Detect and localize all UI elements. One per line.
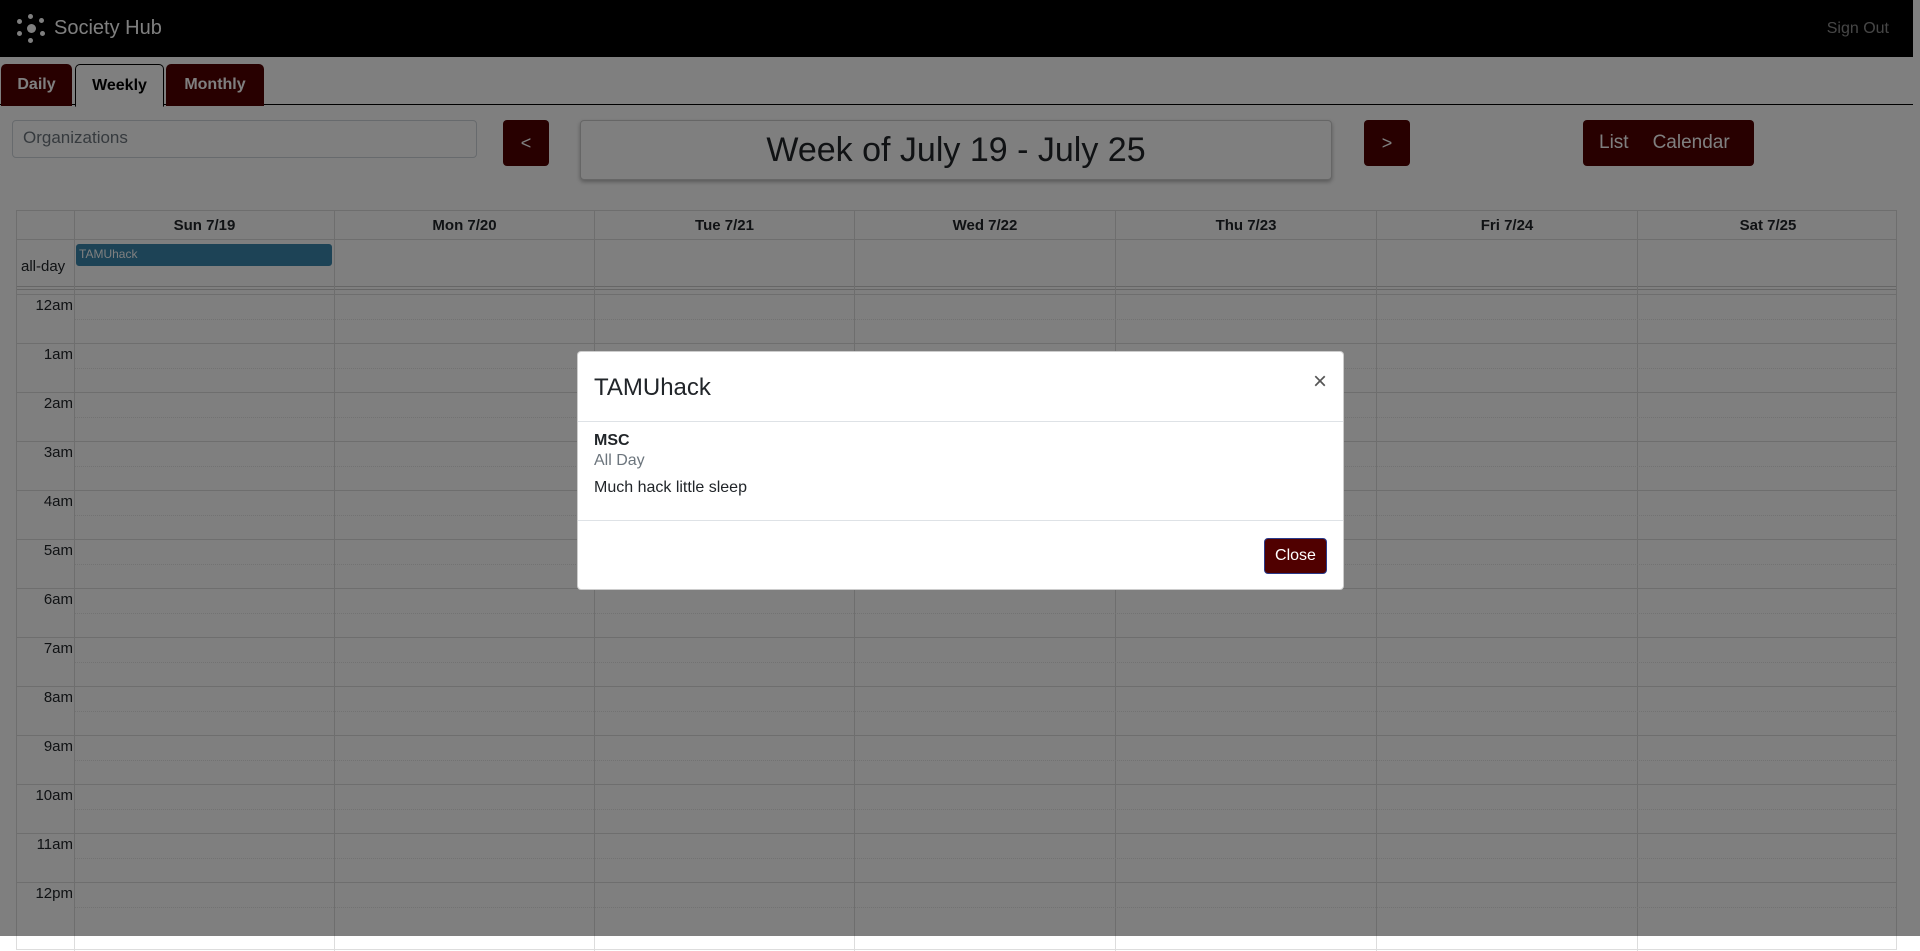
modal-title: TAMUhack bbox=[594, 374, 711, 401]
event-organization: MSC bbox=[594, 432, 630, 449]
modal-body: MSC All Day Much hack little sleep bbox=[594, 432, 747, 497]
event-modal: TAMUhack × MSC All Day Much hack little … bbox=[577, 351, 1344, 590]
modal-header: TAMUhack × bbox=[578, 352, 1343, 422]
modal-footer: Close bbox=[578, 520, 1343, 591]
event-description: Much hack little sleep bbox=[594, 479, 747, 496]
close-button[interactable]: Close bbox=[1264, 538, 1327, 574]
close-icon[interactable]: × bbox=[1313, 370, 1327, 394]
event-time: All Day bbox=[594, 452, 645, 469]
